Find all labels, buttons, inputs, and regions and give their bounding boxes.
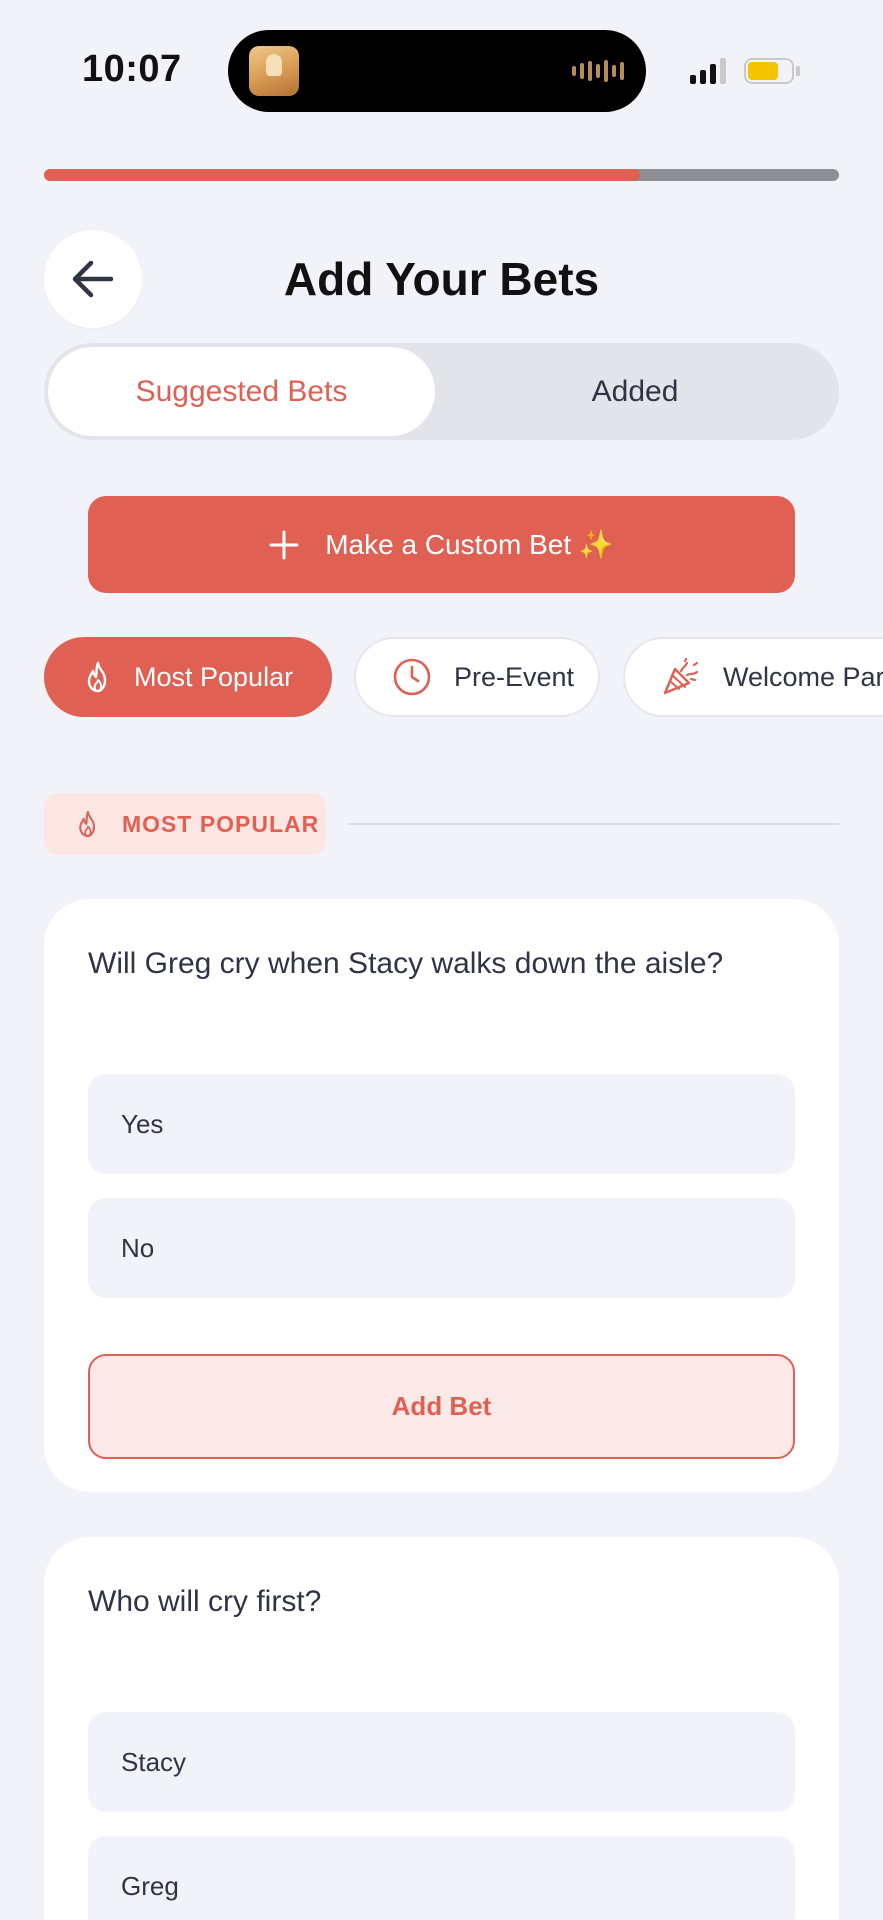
chip-label: Welcome Party xyxy=(723,661,883,692)
cellular-signal-icon xyxy=(690,58,726,84)
section-label: MOST POPULAR xyxy=(122,810,320,837)
battery-tip xyxy=(796,66,800,76)
page-title: Add Your Bets xyxy=(283,253,600,305)
clock-icon xyxy=(393,658,431,696)
audio-waveform-icon xyxy=(572,58,624,84)
category-chip-most-popular[interactable]: Most Popular xyxy=(44,637,332,717)
step-progress-bar xyxy=(44,169,839,181)
plus-icon xyxy=(269,530,299,559)
make-custom-bet-label: Make a Custom Bet ✨ xyxy=(325,529,614,560)
bet-option-stacy[interactable]: Stacy xyxy=(88,1712,795,1812)
flame-icon xyxy=(79,810,96,838)
bet-card: Will Greg cry when Stacy walks down the … xyxy=(44,899,839,1492)
make-custom-bet-button[interactable]: Make a Custom Bet ✨ xyxy=(88,496,795,593)
bet-question: Will Greg cry when Stacy walks down the … xyxy=(88,947,724,980)
now-playing-thumbnail xyxy=(249,46,299,96)
category-chip-welcome-party[interactable]: Welcome Party xyxy=(623,637,883,717)
add-bet-button[interactable]: Add Bet xyxy=(88,1354,795,1459)
dynamic-island xyxy=(228,30,646,112)
tab-added[interactable]: Added xyxy=(435,347,835,436)
chip-label: Pre-Event xyxy=(454,661,575,692)
section-divider xyxy=(348,823,839,825)
status-time: 10:07 xyxy=(82,48,182,90)
tab-suggested-bets[interactable]: Suggested Bets xyxy=(48,347,435,436)
bets-tab-switcher: Suggested Bets Added xyxy=(44,343,839,440)
bet-option-no[interactable]: No xyxy=(88,1198,795,1298)
section-header-most-popular: MOST POPULAR xyxy=(44,793,326,855)
party-popper-icon xyxy=(663,657,699,695)
chip-label: Most Popular xyxy=(134,661,294,692)
bet-option-greg[interactable]: Greg xyxy=(88,1836,795,1920)
flame-icon xyxy=(87,661,107,693)
category-chip-pre-event[interactable]: Pre-Event xyxy=(354,637,600,717)
battery-icon xyxy=(744,58,794,84)
step-progress-fill xyxy=(44,169,641,181)
bet-option-yes[interactable]: Yes xyxy=(88,1074,795,1174)
bet-card: Who will cry first? Stacy Greg xyxy=(44,1537,839,1920)
bet-question: Who will cry first? xyxy=(88,1585,322,1618)
